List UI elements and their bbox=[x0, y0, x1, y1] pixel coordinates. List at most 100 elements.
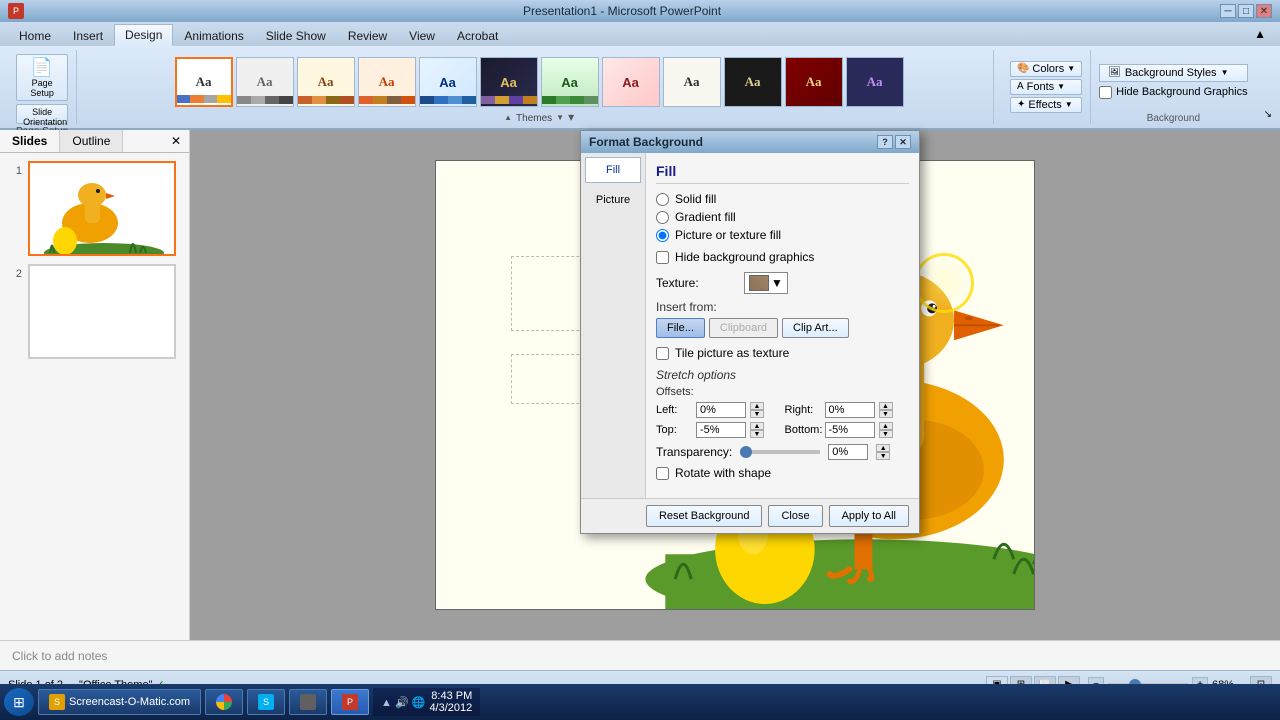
transparency-label: Transparency: bbox=[656, 445, 732, 459]
transparency-row: Transparency: ▲ ▼ bbox=[656, 444, 909, 460]
picture-fill-radio[interactable] bbox=[656, 229, 669, 242]
apply-to-all-button[interactable]: Apply to All bbox=[829, 505, 909, 527]
windows-orb[interactable]: ⊞ bbox=[4, 688, 34, 716]
sidebar-fill-btn[interactable]: Fill bbox=[585, 157, 641, 183]
dialog-close-btn[interactable]: ✕ bbox=[895, 135, 911, 149]
theme-office[interactable]: Aa bbox=[175, 57, 233, 107]
slide-thumb-2[interactable]: 2 bbox=[8, 264, 181, 359]
hide-background-graphics-checkbox[interactable] bbox=[1099, 86, 1112, 99]
theme-7[interactable]: Aa bbox=[541, 57, 599, 107]
clip-art-button[interactable]: Clip Art... bbox=[782, 318, 849, 338]
taskbar-app4[interactable] bbox=[289, 689, 327, 715]
taskbar: ⊞ S Screencast-O-Matic.com S P ▲ 🔊 🌐 8:4… bbox=[0, 684, 1280, 720]
format-background-dialog[interactable]: Format Background ? ✕ Fill Picture Fill … bbox=[580, 130, 920, 534]
theme-4[interactable]: Aa bbox=[358, 57, 416, 107]
slide-preview-2[interactable] bbox=[28, 264, 176, 359]
theme-10[interactable]: Aa bbox=[724, 57, 782, 107]
insert-buttons: File... Clipboard Clip Art... bbox=[656, 318, 909, 338]
tile-picture-option[interactable]: Tile picture as texture bbox=[656, 346, 909, 360]
themes-scroll-down[interactable]: ▼ bbox=[556, 113, 564, 122]
fonts-button[interactable]: A Fonts ▼ bbox=[1010, 79, 1082, 95]
ribbon-collapse-btn[interactable]: ▲ bbox=[1248, 25, 1272, 43]
left-offset-input[interactable] bbox=[696, 402, 746, 418]
slide-orientation-button[interactable]: Slide Orientation ▼ bbox=[16, 104, 68, 124]
minimize-button[interactable]: ─ bbox=[1220, 4, 1236, 18]
close-dialog-button[interactable]: Close bbox=[768, 505, 822, 527]
left-down-btn[interactable]: ▼ bbox=[750, 410, 764, 418]
solid-fill-option[interactable]: Solid fill bbox=[656, 192, 909, 206]
themes-more[interactable]: ▾ bbox=[568, 110, 574, 124]
right-up-btn[interactable]: ▲ bbox=[879, 402, 893, 410]
tab-insert[interactable]: Insert bbox=[62, 24, 114, 46]
theme-11[interactable]: Aa bbox=[785, 57, 843, 107]
tab-review[interactable]: Review bbox=[337, 24, 398, 46]
sidebar-picture-btn[interactable]: Picture bbox=[585, 187, 641, 213]
background-styles-button[interactable]: 🖼 Background Styles ▼ bbox=[1099, 64, 1247, 82]
window-title: Presentation1 - Microsoft PowerPoint bbox=[24, 4, 1220, 18]
theme-2[interactable]: Aa bbox=[236, 57, 294, 107]
top-offset-row: Top: ▲ ▼ bbox=[656, 422, 781, 438]
picture-fill-option[interactable]: Picture or texture fill bbox=[656, 228, 909, 242]
bottom-down-btn[interactable]: ▼ bbox=[879, 430, 893, 438]
stretch-options: Stretch options Offsets: Left: ▲ ▼ bbox=[656, 368, 909, 438]
tab-home[interactable]: Home bbox=[8, 24, 62, 46]
tab-slides[interactable]: Slides bbox=[0, 130, 60, 152]
transparency-input[interactable] bbox=[828, 444, 868, 460]
slide-thumb-1[interactable]: 1 bbox=[8, 161, 181, 256]
gradient-fill-option[interactable]: Gradient fill bbox=[656, 210, 909, 224]
taskbar-chrome[interactable] bbox=[205, 689, 243, 715]
top-up-btn[interactable]: ▲ bbox=[750, 422, 764, 430]
reset-background-button[interactable]: Reset Background bbox=[646, 505, 763, 527]
tab-design[interactable]: Design bbox=[114, 24, 173, 46]
tab-animations[interactable]: Animations bbox=[173, 24, 254, 46]
theme-9[interactable]: Aa bbox=[663, 57, 721, 107]
tab-slide-show[interactable]: Slide Show bbox=[255, 24, 337, 46]
close-button[interactable]: ✕ bbox=[1256, 4, 1272, 18]
top-down-btn[interactable]: ▼ bbox=[750, 430, 764, 438]
slide-preview-1[interactable] bbox=[28, 161, 176, 256]
taskbar-screencast[interactable]: S Screencast-O-Matic.com bbox=[38, 689, 201, 715]
theme-6[interactable]: Aa bbox=[480, 57, 538, 107]
texture-select[interactable]: ▼ bbox=[744, 272, 788, 294]
rotate-with-shape-option[interactable]: Rotate with shape bbox=[656, 466, 909, 480]
theme-12[interactable]: Aa bbox=[846, 57, 904, 107]
tab-acrobat[interactable]: Acrobat bbox=[446, 24, 509, 46]
tab-view[interactable]: View bbox=[398, 24, 446, 46]
theme-3[interactable]: Aa bbox=[297, 57, 355, 107]
hide-bg-graphics-checkbox[interactable] bbox=[656, 251, 669, 264]
offsets-grid: Left: ▲ ▼ Right: ▲ ▼ bbox=[656, 402, 909, 438]
notes-bar[interactable]: Click to add notes bbox=[0, 640, 1280, 670]
transparency-down-btn[interactable]: ▼ bbox=[876, 452, 890, 460]
background-dialog-launcher[interactable]: ↘ bbox=[1264, 109, 1272, 124]
dialog-help-btn[interactable]: ? bbox=[877, 135, 893, 149]
right-offset-input[interactable] bbox=[825, 402, 875, 418]
gradient-fill-radio[interactable] bbox=[656, 211, 669, 224]
bottom-offset-input[interactable] bbox=[825, 422, 875, 438]
bottom-up-btn[interactable]: ▲ bbox=[879, 422, 893, 430]
solid-fill-radio[interactable] bbox=[656, 193, 669, 206]
tab-outline[interactable]: Outline bbox=[60, 130, 123, 152]
effects-button[interactable]: ✦ Effects ▼ bbox=[1010, 97, 1082, 113]
colors-button[interactable]: 🎨 Colors ▼ bbox=[1010, 61, 1082, 77]
themes-scroll-up[interactable]: ▲ bbox=[504, 113, 512, 122]
theme-5[interactable]: Aa bbox=[419, 57, 477, 107]
clipboard-button[interactable]: Clipboard bbox=[709, 318, 778, 338]
top-offset-input[interactable] bbox=[696, 422, 746, 438]
hide-background-graphics-label[interactable]: Hide Background Graphics bbox=[1099, 86, 1247, 99]
page-setup-button[interactable]: 📄 Page Setup bbox=[16, 54, 68, 101]
hide-bg-graphics-option[interactable]: Hide background graphics bbox=[656, 250, 909, 264]
taskbar-powerpoint[interactable]: P bbox=[331, 689, 369, 715]
left-up-btn[interactable]: ▲ bbox=[750, 402, 764, 410]
tile-picture-checkbox[interactable] bbox=[656, 347, 669, 360]
theme-8[interactable]: Aa bbox=[602, 57, 660, 107]
taskbar-skype[interactable]: S bbox=[247, 689, 285, 715]
transparency-slider[interactable] bbox=[740, 450, 820, 454]
panel-close-button[interactable]: ✕ bbox=[163, 130, 189, 152]
rotate-with-shape-checkbox[interactable] bbox=[656, 467, 669, 480]
right-down-btn[interactable]: ▼ bbox=[879, 410, 893, 418]
file-button[interactable]: File... bbox=[656, 318, 705, 338]
slide-number-2: 2 bbox=[8, 264, 22, 280]
restore-button[interactable]: □ bbox=[1238, 4, 1254, 18]
transparency-up-btn[interactable]: ▲ bbox=[876, 444, 890, 452]
texture-dropdown-arrow[interactable]: ▼ bbox=[771, 276, 783, 290]
